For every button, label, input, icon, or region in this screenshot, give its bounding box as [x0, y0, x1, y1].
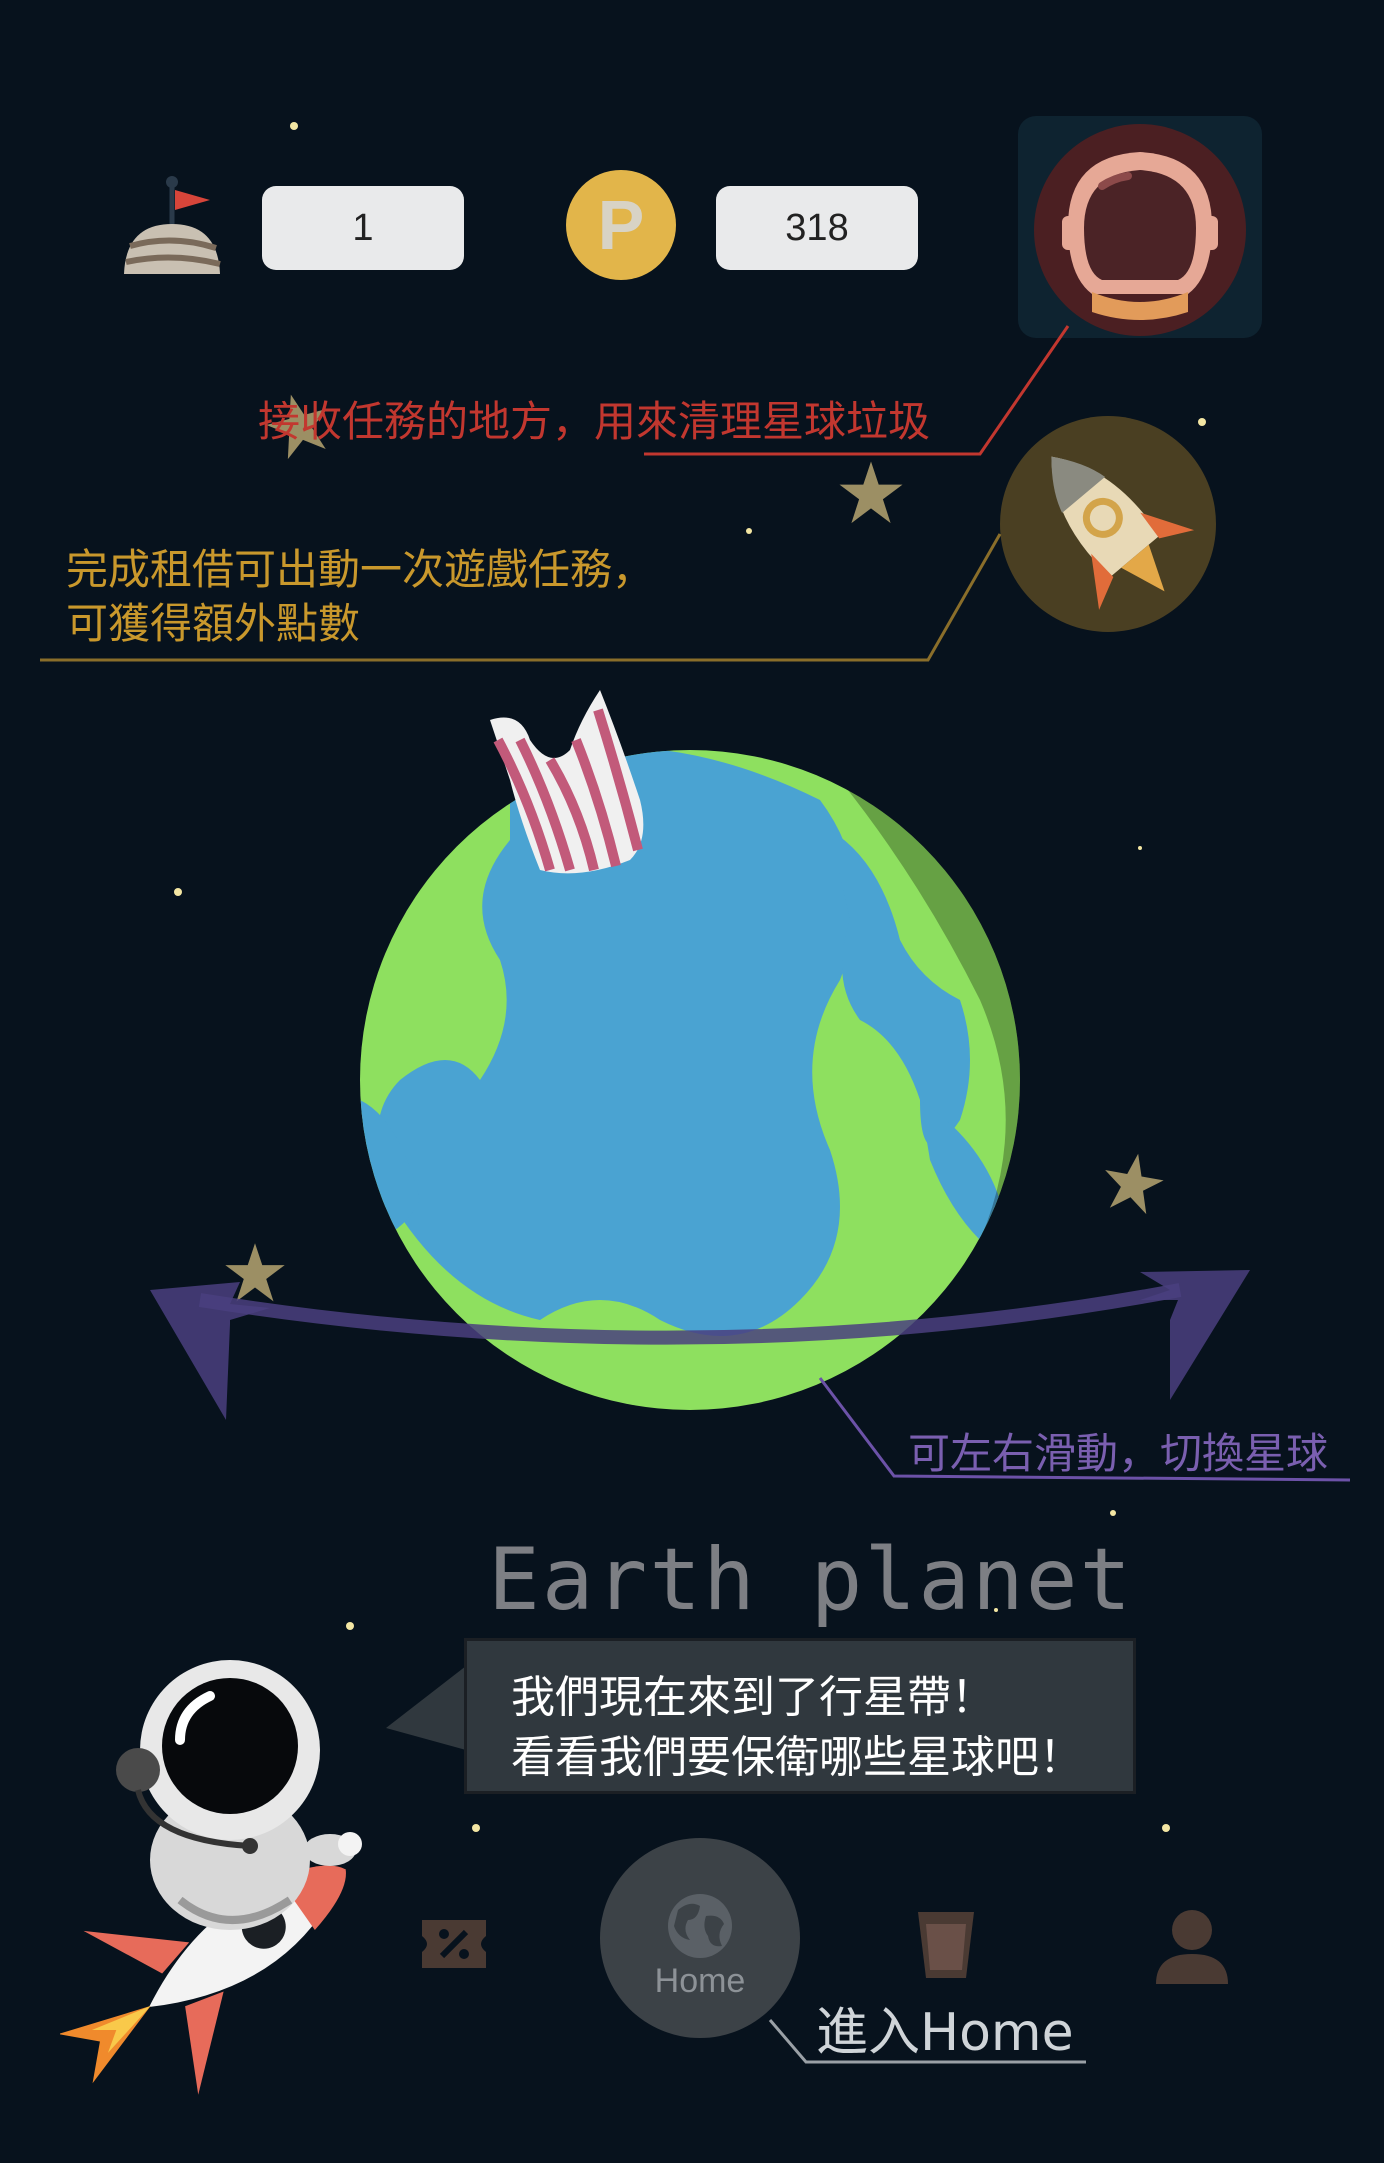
star-dot [346, 1622, 354, 1630]
rocket-icon [1051, 456, 1195, 610]
rent-annotation-line2: 可獲得額外點數 [66, 599, 361, 648]
nav-cup[interactable] [916, 1910, 976, 1980]
star-icon [839, 461, 903, 524]
level-flag-icon [124, 176, 221, 274]
mission-button[interactable] [1018, 116, 1262, 338]
star-dot [1162, 1824, 1170, 1832]
swipe-annotation: 可左右滑動，切換星球 [908, 1429, 1329, 1478]
rent-annotation-line1: 完成租借可出動一次遊戲任務， [66, 545, 655, 594]
star-dot [290, 122, 298, 130]
points-coin-icon: P [566, 170, 676, 280]
planet-name: Earth planet [488, 1530, 1134, 1630]
mission-annotation: 接收任務的地方，用來清理星球垃圾 [258, 397, 931, 446]
star-dot [174, 888, 182, 896]
speech-line-2: 看看我們要保衛哪些星球吧！ [511, 1732, 1083, 1783]
star-dot [1138, 846, 1142, 850]
rent-rocket-button[interactable] [1000, 416, 1216, 632]
star-dot [472, 1824, 480, 1832]
coupon-icon [422, 1920, 486, 1968]
nav-profile[interactable] [1152, 1906, 1232, 1986]
cup-icon [918, 1912, 974, 1978]
points-counter: 318 [716, 186, 918, 270]
level-counter: 1 [262, 186, 464, 270]
nav-home[interactable]: Home [600, 1838, 800, 2038]
star-dot [746, 528, 752, 534]
coin-letter: P [597, 186, 645, 264]
nav-home-label: Home [654, 1962, 746, 2000]
globe-icon [668, 1894, 732, 1958]
nav-coupon[interactable] [418, 1916, 490, 1972]
swipe-arrow [150, 1270, 1250, 1420]
star-dot [1110, 1510, 1116, 1516]
astronaut-mascot [60, 1660, 362, 2095]
user-icon [1156, 1910, 1228, 1984]
enter-home-annotation: 進入Home [816, 2003, 1074, 2063]
astronaut-helmet-icon [1034, 124, 1246, 336]
star-icon [1105, 1153, 1164, 1215]
speech-bubble: 我們現在來到了行星帶！ 看看我們要保衛哪些星球吧！ [464, 1638, 1136, 1794]
speech-line-1: 我們現在來到了行星帶！ [511, 1672, 995, 1723]
